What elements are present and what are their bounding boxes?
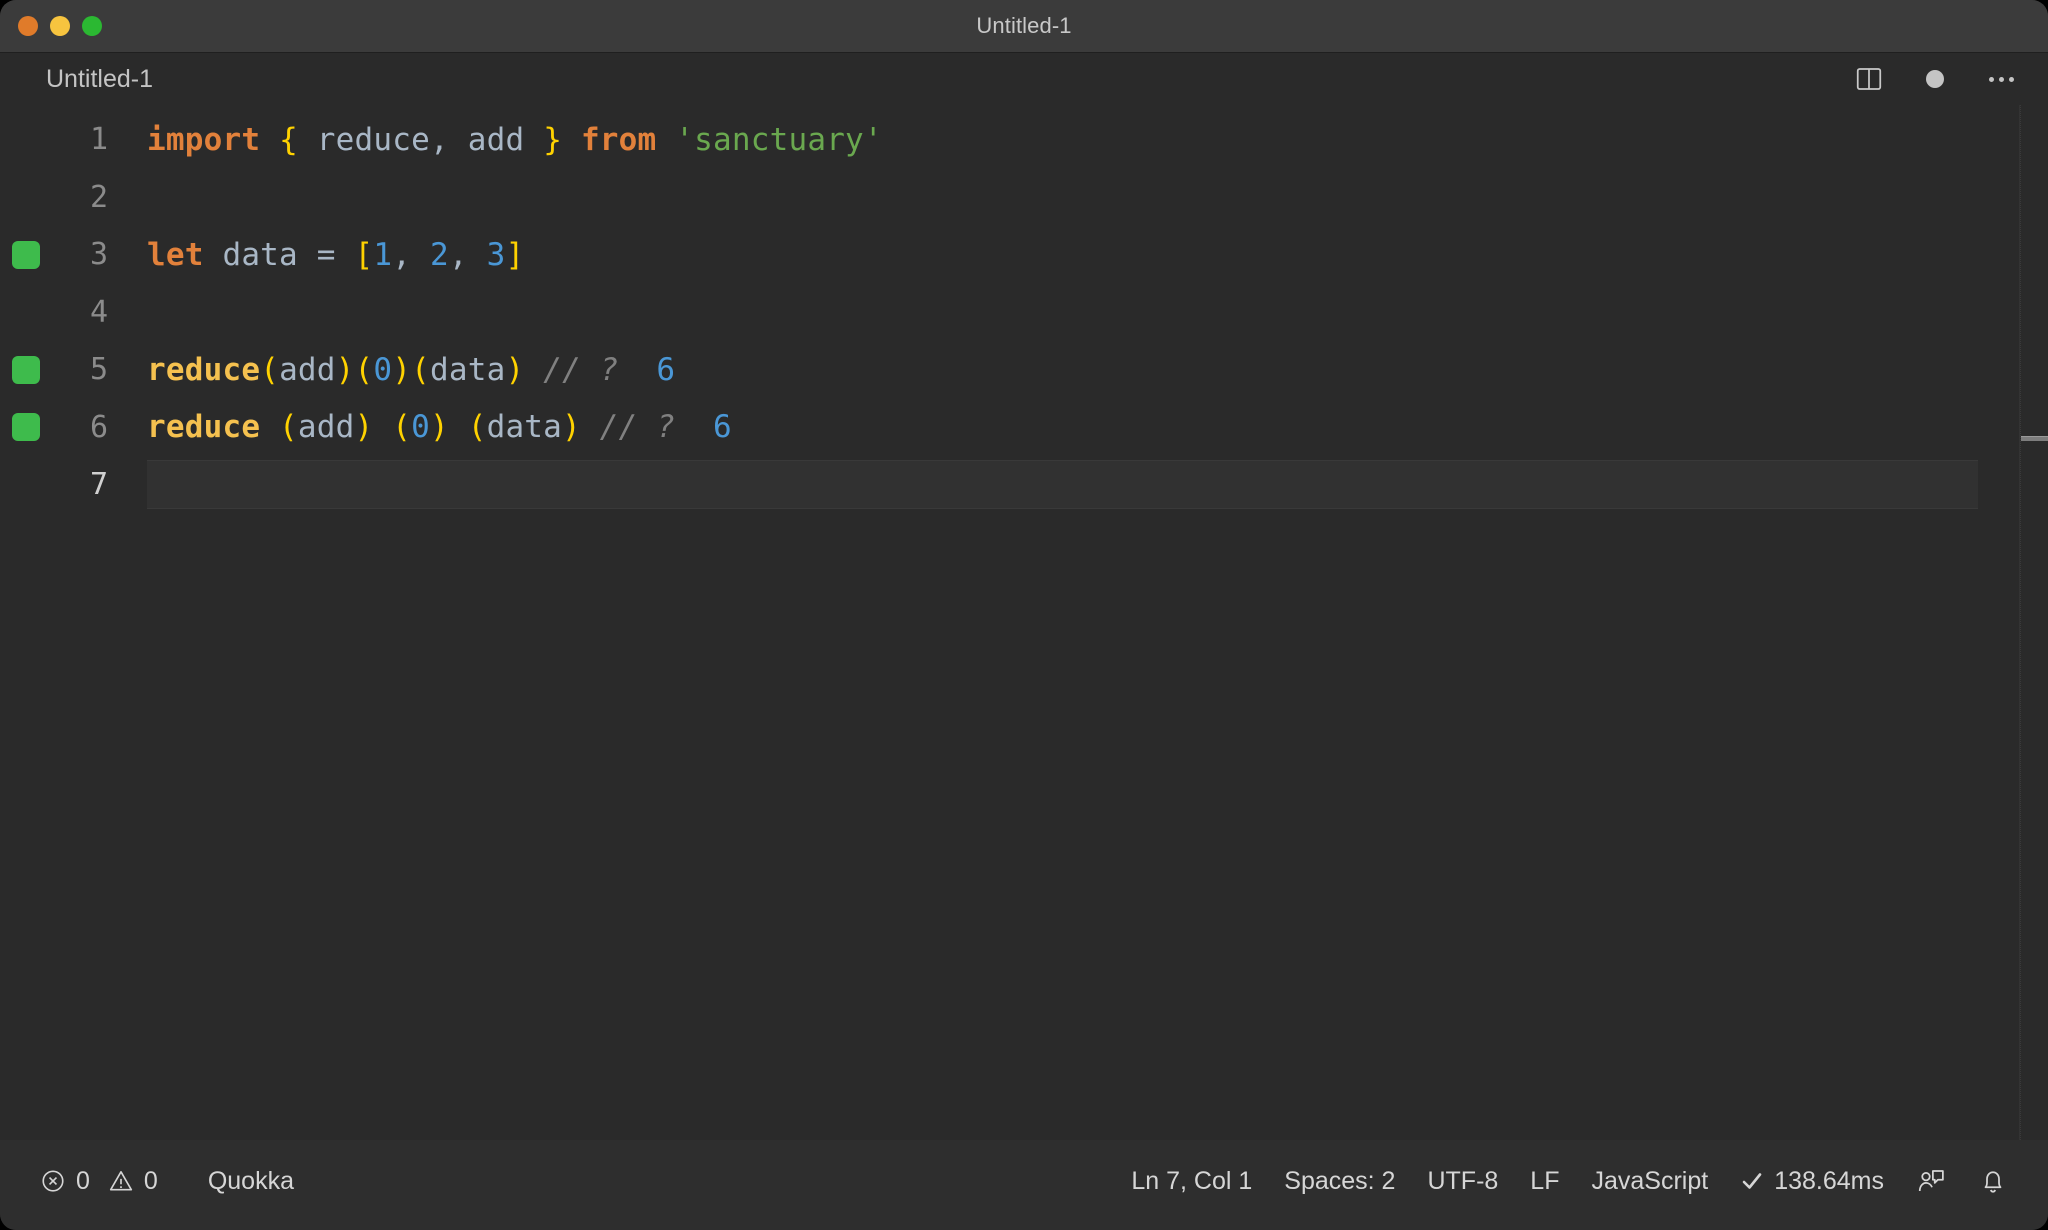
code-line[interactable]: 7 — [0, 456, 2048, 514]
tab-bar-actions — [1854, 64, 2022, 94]
code-line[interactable]: 6 reduce (add) (0) (data) // ? 6 — [0, 399, 2048, 457]
check-icon — [1740, 1169, 1764, 1193]
code-token: ) ( — [429, 409, 487, 446]
error-circle-icon — [40, 1168, 66, 1194]
tab-bar: Untitled-1 — [0, 53, 2048, 105]
code-token: { — [279, 121, 298, 158]
status-bar-left: 0 0 Quokka — [24, 1161, 310, 1202]
code-token: ) ( — [354, 409, 412, 446]
code-token: reduce — [147, 409, 261, 446]
code-token: 1 — [373, 236, 393, 273]
code-token: 6 — [618, 351, 676, 388]
editor-window: Untitled-1 Untitled-1 1 import { reduce, … — [0, 0, 2048, 1230]
code-line[interactable]: 5 reduce(add)(0)(data) // ? 6 — [0, 341, 2048, 399]
code-token: ( — [260, 351, 280, 388]
overview-ruler-scrollbar[interactable] — [2020, 105, 2048, 1140]
code-token: // ? — [580, 409, 676, 446]
code-text[interactable]: let data = [1, 2, 3] — [128, 237, 524, 273]
tab-untitled-1[interactable]: Untitled-1 — [46, 66, 153, 92]
code-token: = — [316, 236, 336, 273]
code-token: )( — [392, 351, 430, 388]
line-number: 2 — [89, 179, 108, 215]
status-bar-right: Ln 7, Col 1 Spaces: 2 UTF-8 LF JavaScrip… — [1115, 1160, 2024, 1202]
code-token: )( — [335, 351, 374, 388]
active-line-highlight — [147, 460, 1978, 509]
quokka-coverage-marker[interactable] — [12, 240, 40, 269]
line-number: 1 — [89, 122, 108, 158]
status-bar: 0 0 Quokka Ln 7, Col 1 Spaces: 2 UTF-8 L… — [0, 1140, 2048, 1230]
code-token: from — [580, 121, 657, 158]
code-line[interactable]: 2 — [0, 169, 2048, 227]
line-number: 7 — [89, 467, 108, 503]
code-text[interactable]: import { reduce, add } from 'sanctuary' — [128, 122, 883, 158]
run-time-status[interactable]: 138.64ms — [1724, 1161, 1900, 1202]
code-token: ) — [505, 351, 525, 388]
code-token: import — [147, 121, 261, 158]
split-editor-icon[interactable] — [1854, 64, 1884, 94]
code-line[interactable]: 1 import { reduce, add } from 'sanctuary' — [0, 111, 2048, 169]
traffic-lights — [0, 16, 102, 36]
code-token: data — [430, 351, 506, 388]
code-token: data — [203, 236, 317, 273]
code-token: } — [543, 121, 563, 158]
cursor-position-status[interactable]: Ln 7, Col 1 — [1115, 1161, 1268, 1202]
minimize-window-button[interactable] — [50, 16, 70, 36]
code-token: 6 — [675, 409, 732, 446]
quokka-coverage-marker[interactable] — [12, 355, 40, 384]
code-token: , — [392, 236, 431, 273]
indentation-status[interactable]: Spaces: 2 — [1268, 1161, 1411, 1202]
code-token: // ? — [524, 351, 619, 388]
warnings-count: 0 — [143, 1166, 158, 1195]
line-number: 4 — [89, 294, 108, 330]
problems-status[interactable]: 0 0 — [24, 1161, 174, 1202]
bell-icon[interactable] — [1962, 1160, 2024, 1202]
ellipsis-icon[interactable] — [1986, 64, 2016, 94]
close-window-button[interactable] — [18, 16, 38, 36]
warning-triangle-icon — [108, 1168, 134, 1194]
code-token: , — [448, 236, 487, 273]
code-token: reduce — [147, 351, 261, 388]
unsaved-dot-icon[interactable] — [1920, 64, 1950, 94]
code-token: 3 — [486, 236, 506, 273]
code-editor[interactable]: 1 import { reduce, add } from 'sanctuary'… — [0, 105, 2048, 1140]
language-mode-status[interactable]: JavaScript — [1575, 1161, 1724, 1202]
code-text[interactable]: reduce (add) (0) (data) // ? 6 — [128, 409, 732, 445]
maximize-window-button[interactable] — [82, 16, 102, 36]
code-token: 0 — [373, 351, 393, 388]
code-token: add — [279, 351, 336, 388]
code-token: 'sanctuary' — [675, 121, 883, 158]
code-token: 0 — [411, 409, 430, 446]
code-token: , — [429, 121, 449, 158]
code-line[interactable]: 4 — [0, 284, 2048, 342]
title-bar: Untitled-1 — [0, 0, 2048, 53]
run-time-value: 138.64ms — [1774, 1166, 1884, 1195]
code-token: data — [486, 409, 563, 446]
encoding-status[interactable]: UTF-8 — [1411, 1161, 1514, 1202]
eol-status[interactable]: LF — [1514, 1161, 1575, 1202]
code-line[interactable]: 3 let data = [1, 2, 3] — [0, 226, 2048, 284]
code-token: let — [147, 236, 204, 273]
code-token: ) — [562, 409, 581, 446]
code-token: add — [448, 121, 544, 158]
code-token: [ — [354, 236, 374, 273]
code-token: ] — [505, 236, 525, 273]
errors-count: 0 — [76, 1166, 90, 1195]
code-lines[interactable]: 1 import { reduce, add } from 'sanctuary'… — [0, 105, 2048, 514]
quokka-status[interactable]: Quokka — [192, 1161, 310, 1202]
code-token: add — [297, 409, 355, 446]
code-text[interactable]: reduce(add)(0)(data) // ? 6 — [128, 352, 675, 388]
code-token: reduce — [297, 121, 430, 158]
code-token: ( — [260, 409, 298, 446]
code-token: 2 — [430, 236, 449, 273]
ruler-cursor-marker — [2021, 436, 2048, 441]
feedback-person-icon[interactable] — [1900, 1160, 1962, 1202]
quokka-coverage-marker[interactable] — [12, 413, 40, 442]
window-title: Untitled-1 — [976, 13, 1072, 38]
